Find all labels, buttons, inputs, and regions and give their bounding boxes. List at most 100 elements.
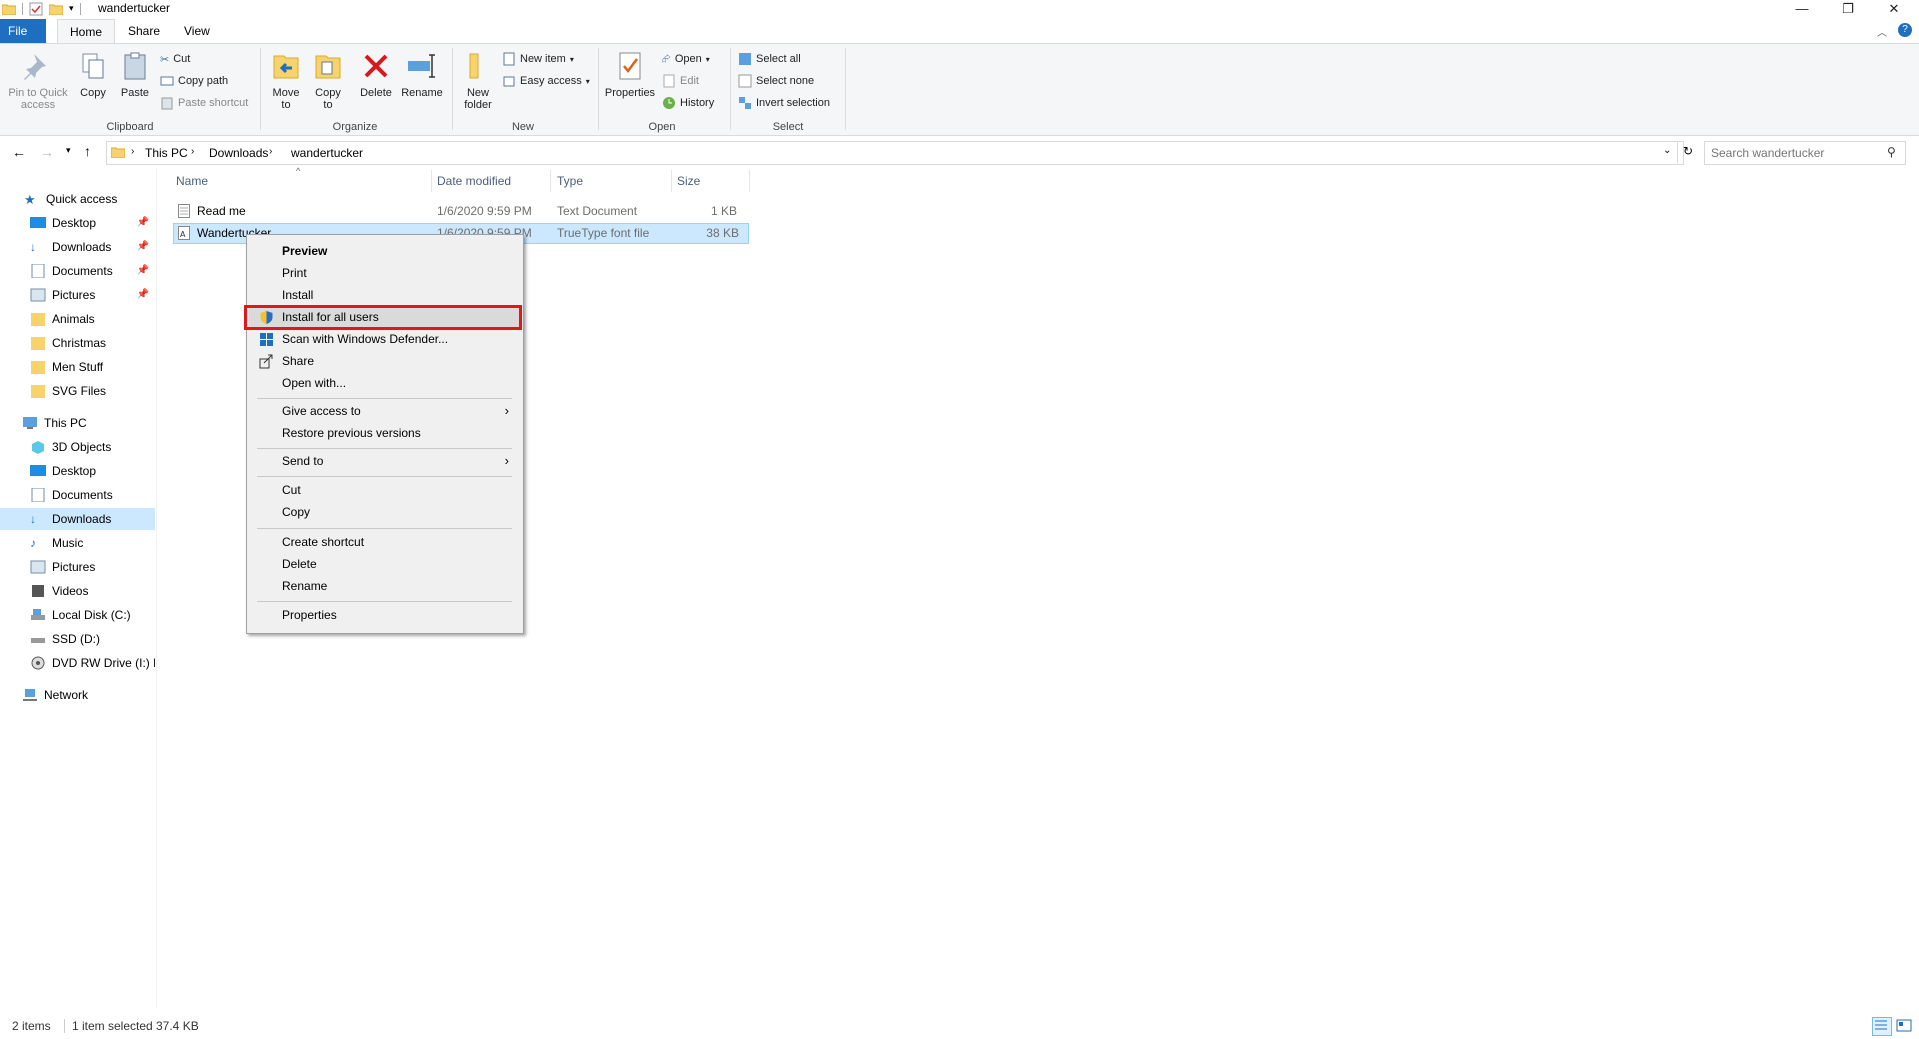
select-all-button[interactable]: Select all (738, 50, 801, 68)
file-size: 1 KB (710, 204, 737, 218)
column-size[interactable]: Size (677, 174, 700, 188)
move-to-button[interactable]: Move to (268, 50, 304, 111)
breadcrumb-this-pc[interactable]: This PC (145, 146, 188, 160)
nav-qa-downloads[interactable]: ↓ Downloads 📌 (30, 236, 155, 258)
nav-network[interactable]: Network (22, 684, 155, 706)
sort-up-icon: ^ (296, 166, 301, 176)
tab-view[interactable]: View (172, 19, 222, 43)
nav-pc-local-disk[interactable]: Local Disk (C:) (30, 604, 155, 626)
nav-pc-dvd-drive[interactable]: DVD RW Drive (I:) R (30, 652, 155, 674)
nav-qa-documents[interactable]: Documents 📌 (30, 260, 155, 282)
nav-pc-documents[interactable]: Documents (30, 484, 155, 506)
close-button[interactable]: ✕ (1871, 0, 1917, 17)
tab-home[interactable]: Home (57, 19, 116, 44)
menu-item-delete[interactable]: Delete (249, 554, 519, 574)
menu-item-send-to[interactable]: Send to › (249, 451, 519, 471)
refresh-icon[interactable]: ↻ (1683, 144, 1693, 158)
drive-icon (31, 609, 45, 620)
open-button[interactable]: ⮳ Open ▾ (662, 50, 710, 68)
column-type[interactable]: Type (557, 174, 583, 188)
minimize-button[interactable]: — (1779, 0, 1825, 17)
forward-arrow-icon[interactable]: → (40, 144, 54, 160)
recent-locations-icon[interactable]: ▾ (66, 145, 71, 156)
tab-share[interactable]: Share (116, 19, 172, 43)
delete-button[interactable]: Delete (358, 50, 394, 99)
search-box[interactable]: ⚲ (1704, 141, 1906, 165)
menu-item-preview[interactable]: Preview (249, 241, 519, 261)
address-dropdown-icon[interactable]: ⌄ (1663, 145, 1671, 156)
back-arrow-icon[interactable]: ← (12, 144, 26, 160)
paste-shortcut-button[interactable]: Paste shortcut (160, 94, 248, 112)
edit-button[interactable]: Edit (662, 72, 699, 90)
menu-item-share[interactable]: Share (249, 351, 519, 371)
menu-item-open-with[interactable]: Open with... (249, 373, 519, 393)
search-icon[interactable]: ⚲ (1887, 145, 1896, 159)
invert-selection-button[interactable]: Invert selection (738, 94, 830, 112)
address-bar[interactable]: › This PC › Downloads › wandertucker ⌄ ↻ (106, 141, 1693, 165)
nav-quick-access[interactable]: ★ Quick access (24, 188, 154, 210)
history-button[interactable]: History (662, 94, 714, 112)
copy-path-button[interactable]: Copy path (160, 72, 228, 90)
search-input[interactable] (1709, 144, 1883, 162)
nav-pc-pictures[interactable]: Pictures (30, 556, 155, 578)
pin-to-quick-access-button[interactable]: Pin to Quick access (4, 50, 72, 111)
nav-pc-ssd[interactable]: SSD (D:) (30, 628, 155, 650)
file-row[interactable]: Read me 1/6/2020 9:59 PM Text Document 1… (173, 202, 747, 221)
copy-icon (82, 53, 104, 79)
rename-button[interactable]: Rename (400, 50, 444, 99)
menu-item-install[interactable]: Install (249, 285, 519, 305)
nav-qa-men-stuff[interactable]: Men Stuff (30, 356, 155, 378)
status-item-count: 2 items (12, 1019, 51, 1033)
breadcrumb-downloads[interactable]: Downloads (209, 146, 268, 160)
nav-pc-desktop[interactable]: Desktop (30, 460, 155, 482)
nav-pc-videos[interactable]: Videos (30, 580, 155, 602)
star-icon: ★ (24, 192, 36, 207)
status-bar: 2 items 1 item selected 37.4 KB (0, 1015, 1919, 1039)
menu-item-print[interactable]: Print (249, 263, 519, 283)
menu-item-copy[interactable]: Copy (249, 502, 519, 522)
copy-button[interactable]: Copy (76, 50, 110, 99)
network-icon (23, 689, 37, 701)
new-folder-icon[interactable] (49, 3, 63, 15)
column-name[interactable]: Name (176, 174, 208, 188)
properties-button[interactable]: Properties (604, 50, 656, 99)
nav-qa-pictures[interactable]: Pictures 📌 (30, 284, 155, 306)
folder-icon (31, 337, 45, 350)
menu-item-properties[interactable]: Properties (249, 605, 519, 625)
nav-qa-svg-files[interactable]: SVG Files (30, 380, 155, 402)
menu-item-rename[interactable]: Rename (249, 576, 519, 596)
nav-pc-3d-objects[interactable]: 3D Objects (30, 436, 155, 458)
select-none-button[interactable]: Select none (738, 72, 814, 90)
nav-pc-downloads[interactable]: ↓ Downloads (0, 508, 155, 530)
cut-button[interactable]: ✂ Cut (160, 50, 190, 68)
nav-pc-music[interactable]: ♪ Music (30, 532, 155, 554)
nav-qa-animals[interactable]: Animals (30, 308, 155, 330)
large-icons-view-icon[interactable] (1896, 1018, 1912, 1033)
properties-check-icon[interactable] (29, 2, 43, 16)
column-date-modified[interactable]: Date modified (437, 174, 511, 188)
menu-item-create-shortcut[interactable]: Create shortcut (249, 532, 519, 552)
menu-item-cut[interactable]: Cut (249, 480, 519, 500)
up-arrow-icon[interactable]: ↑ (84, 143, 91, 159)
file-type: Text Document (557, 204, 638, 218)
new-folder-button[interactable]: New folder (458, 50, 498, 111)
collapse-ribbon-icon[interactable]: ︿ (1877, 24, 1887, 39)
folder-icon (111, 147, 125, 158)
details-view-icon[interactable] (1872, 1017, 1892, 1036)
menu-item-restore-versions[interactable]: Restore previous versions (249, 423, 519, 443)
qa-dropdown-icon[interactable]: ▾ (69, 3, 74, 14)
restore-button[interactable]: ❐ (1825, 0, 1871, 17)
menu-item-scan-defender[interactable]: Scan with Windows Defender... (249, 329, 519, 349)
nav-this-pc[interactable]: This PC (22, 412, 155, 434)
tab-file[interactable]: File (0, 19, 46, 43)
easy-access-button[interactable]: Easy access ▾ (502, 72, 590, 90)
desktop-icon (30, 217, 46, 228)
paste-button[interactable]: Paste (118, 50, 152, 99)
help-icon[interactable]: ? (1898, 23, 1912, 37)
new-item-button[interactable]: New item ▾ (502, 50, 574, 68)
nav-qa-desktop[interactable]: Desktop 📌 (30, 212, 155, 234)
menu-item-give-access[interactable]: Give access to › (249, 401, 519, 421)
copy-to-button[interactable]: Copy to (310, 50, 346, 111)
breadcrumb-current[interactable]: wandertucker (291, 146, 363, 160)
nav-qa-christmas[interactable]: Christmas (30, 332, 155, 354)
